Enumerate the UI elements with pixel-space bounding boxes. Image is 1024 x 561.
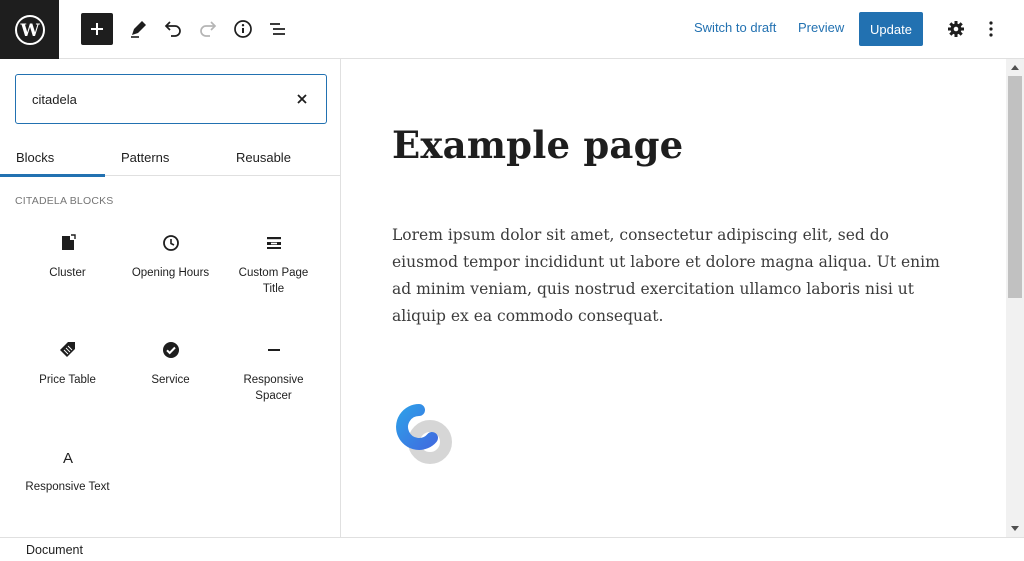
redo-icon [200,21,217,37]
inserter-tabs: Blocks Patterns Reusable [0,139,340,177]
block-search-box[interactable]: citadela [15,74,327,124]
block-item-cluster[interactable]: Cluster [16,214,119,304]
add-block-button[interactable] [81,13,113,45]
block-label: Responsive Text [25,481,110,493]
page-title-icon [262,231,286,255]
block-breadcrumb-bar: Document [0,537,1024,561]
scroll-down-icon[interactable] [1011,526,1019,531]
clock-icon [159,231,183,255]
wordpress-logo-button[interactable]: W [0,0,59,59]
tab-blocks[interactable]: Blocks [0,139,105,177]
svg-text:A: A [62,450,72,466]
block-item-custom-page-title[interactable]: Custom Page Title [222,214,325,304]
search-input[interactable]: citadela [32,92,77,107]
wordpress-icon: W [14,14,45,45]
undo-button[interactable] [157,13,189,45]
settings-button[interactable] [940,13,972,45]
editor-header: W Switch to draft Preview Update [0,0,1024,59]
citadela-logo-icon [396,404,452,464]
block-label: Cluster [49,267,86,279]
undo-icon [164,21,181,37]
check-circle-icon [159,338,183,362]
block-inserter-panel: citadela Blocks Patterns Reusable CITADE… [0,59,341,537]
block-item-responsive-spacer[interactable]: Responsive Spacer [222,321,325,411]
pencil-icon [131,21,146,38]
block-label: Price Table [39,374,96,386]
block-label: Custom Page Title [238,267,309,295]
paragraph-block[interactable]: Lorem ipsum dolor sit amet, consectetur … [392,222,952,330]
canvas-scrollbar[interactable] [1006,59,1024,537]
breadcrumb-document[interactable]: Document [26,543,83,557]
plus-icon [91,23,103,35]
redo-button[interactable] [192,13,224,45]
spacer-icon [262,338,286,362]
block-item-service[interactable]: Service [119,321,222,411]
list-view-icon [270,23,285,35]
block-item-opening-hours[interactable]: Opening Hours [119,214,222,304]
close-icon [297,94,307,104]
block-label: Opening Hours [131,267,210,279]
list-view-button[interactable] [262,13,294,45]
editor-canvas[interactable]: Example page Lorem ipsum dolor sit amet,… [341,59,1006,537]
update-button[interactable]: Update [859,12,923,46]
edit-tools-button[interactable] [122,13,154,45]
details-button[interactable] [227,13,259,45]
cluster-icon [56,231,80,255]
block-item-responsive-text[interactable]: A Responsive Text [16,428,119,518]
switch-to-draft-button[interactable]: Switch to draft [694,20,776,35]
page-title[interactable]: Example page [392,123,683,167]
scroll-thumb[interactable] [1008,76,1022,298]
text-a-icon: A [56,445,80,469]
price-tag-icon [56,338,80,362]
block-label: Responsive Spacer [243,374,304,402]
preview-button[interactable]: Preview [798,20,844,35]
scroll-up-icon[interactable] [1011,65,1019,70]
block-label: Service [151,374,190,386]
info-icon [234,20,252,38]
vertical-ellipsis-icon [989,21,993,37]
clear-search-button[interactable] [292,89,312,109]
more-options-button[interactable] [975,13,1007,45]
tab-patterns[interactable]: Patterns [121,139,169,176]
tab-reusable[interactable]: Reusable [236,139,291,176]
svg-text:W: W [19,21,40,41]
block-item-price-table[interactable]: Price Table [16,321,119,411]
section-title: CITADELA BLOCKS [15,195,114,207]
gear-icon [948,21,964,37]
